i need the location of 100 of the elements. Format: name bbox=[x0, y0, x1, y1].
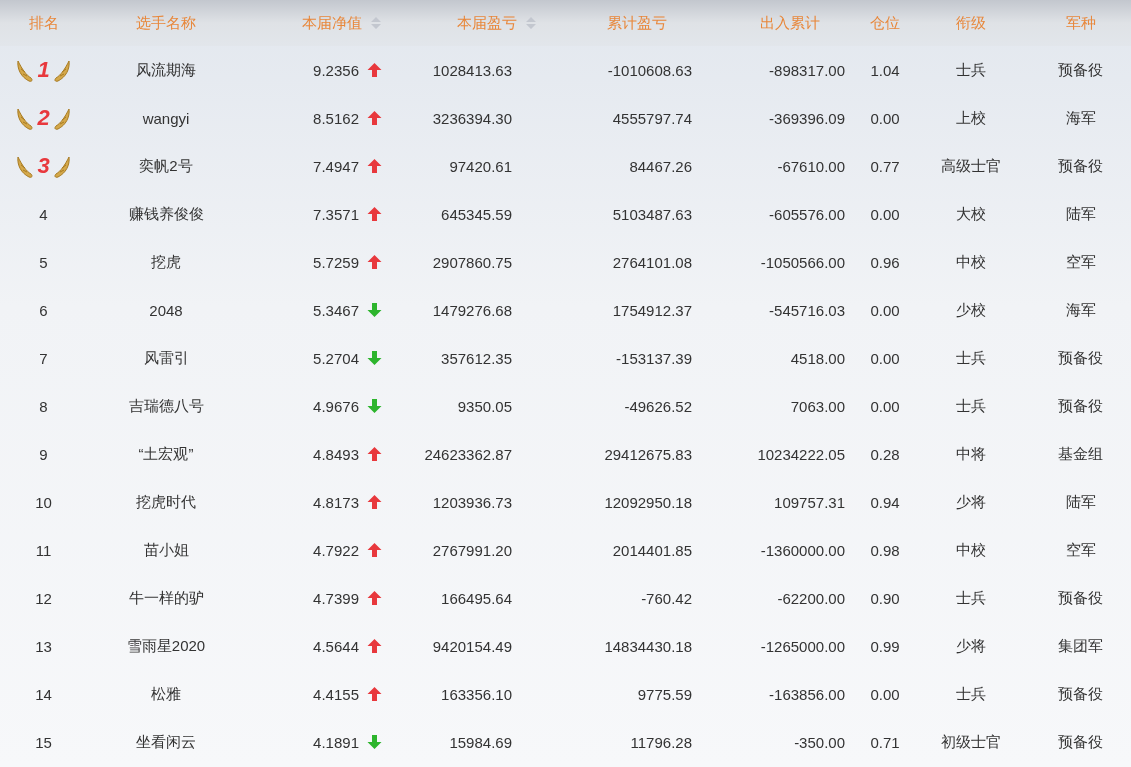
table-cell: 11796.28 bbox=[630, 733, 692, 751]
table-cell: 5.2704 bbox=[313, 349, 359, 367]
column-header: 军种 bbox=[1065, 13, 1096, 33]
table-cell: 1028413.63 bbox=[432, 61, 512, 79]
table-cell: 坐看闲云 bbox=[136, 732, 196, 752]
rank-number: 12 bbox=[35, 589, 52, 607]
table-cell: 0.00 bbox=[870, 109, 900, 127]
column-header: 选手名称 bbox=[136, 13, 196, 33]
column-header: 出入累计 bbox=[760, 13, 820, 33]
table-cell: 大校 bbox=[956, 204, 986, 224]
table-cell: 0.99 bbox=[870, 637, 900, 655]
table-cell: 5.3467 bbox=[313, 301, 359, 319]
table-cell: 4.9676 bbox=[313, 397, 359, 415]
table-cell: 士兵 bbox=[956, 348, 986, 368]
table-cell: -1050566.00 bbox=[760, 253, 845, 271]
table-cell: 士兵 bbox=[956, 588, 986, 608]
rank-number: 4 bbox=[39, 205, 48, 223]
table-cell: 海军 bbox=[1065, 300, 1096, 320]
table-cell: 4.5644 bbox=[313, 637, 359, 655]
table-cell: 4518.00 bbox=[790, 349, 845, 367]
table-cell: 2764101.08 bbox=[612, 253, 692, 271]
table-cell: 10234222.05 bbox=[757, 445, 845, 463]
table-cell: 0.98 bbox=[870, 541, 900, 559]
rank-number: 9 bbox=[39, 445, 48, 463]
table-cell: 7063.00 bbox=[790, 397, 845, 415]
table-cell: 8.5162 bbox=[313, 109, 359, 127]
table-cell: 84467.26 bbox=[629, 157, 692, 175]
table-cell: 士兵 bbox=[956, 396, 986, 416]
table-cell: 集团军 bbox=[1058, 636, 1103, 656]
column-header: 衔级 bbox=[956, 13, 986, 33]
table-cell: 预备役 bbox=[1058, 60, 1103, 80]
table-cell: 0.77 bbox=[870, 157, 900, 175]
table-cell: 2767991.20 bbox=[432, 541, 512, 559]
table-cell: 1754912.37 bbox=[612, 301, 692, 319]
table-cell: 24623362.87 bbox=[424, 445, 512, 463]
column-header[interactable]: 本届盈亏 bbox=[457, 13, 517, 33]
table-cell: 风雷引 bbox=[143, 348, 189, 368]
table-cell: -605576.00 bbox=[769, 205, 845, 223]
table-cell: -1010608.63 bbox=[607, 61, 692, 79]
table-cell: 1.04 bbox=[870, 61, 900, 79]
table-cell: 4.7399 bbox=[313, 589, 359, 607]
table-cell: 14834430.18 bbox=[604, 637, 692, 655]
rank-number: 2 bbox=[37, 105, 50, 131]
table-cell: 5.7259 bbox=[313, 253, 359, 271]
table-cell: 3236394.30 bbox=[432, 109, 512, 127]
sort-icon[interactable] bbox=[370, 15, 382, 31]
table-cell: -62200.00 bbox=[777, 589, 845, 607]
table-cell: 少将 bbox=[956, 636, 986, 656]
column-header: 排名 bbox=[28, 13, 59, 33]
table-cell: 风流期海 bbox=[136, 60, 196, 80]
table-cell: 97420.61 bbox=[449, 157, 512, 175]
column-header[interactable]: 本届净值 bbox=[302, 13, 362, 33]
table-cell: -350.00 bbox=[794, 733, 845, 751]
table-cell: 牛一样的驴 bbox=[128, 588, 204, 608]
table-cell: 12092950.18 bbox=[604, 493, 692, 511]
table-cell: 0.00 bbox=[870, 301, 900, 319]
table-cell: 163356.10 bbox=[441, 685, 512, 703]
rank-number: 6 bbox=[39, 301, 48, 319]
table-cell: 苗小姐 bbox=[143, 540, 189, 560]
table-cell: 挖虎时代 bbox=[136, 492, 196, 512]
table-cell: 赚钱养俊俊 bbox=[128, 204, 204, 224]
table-cell: 0.94 bbox=[870, 493, 900, 511]
table-cell: 0.28 bbox=[870, 445, 900, 463]
table-cell: 预备役 bbox=[1058, 588, 1103, 608]
table-cell: -898317.00 bbox=[769, 61, 845, 79]
table-cell: 645345.59 bbox=[441, 205, 512, 223]
sort-icon[interactable] bbox=[525, 15, 537, 31]
table-cell: 预备役 bbox=[1058, 684, 1103, 704]
table-cell: 上校 bbox=[956, 108, 986, 128]
rank-number: 3 bbox=[37, 153, 50, 179]
table-cell: 4.1891 bbox=[313, 733, 359, 751]
table-cell: 海军 bbox=[1065, 108, 1096, 128]
table-cell: 4.8173 bbox=[313, 493, 359, 511]
table-cell: 4.4155 bbox=[313, 685, 359, 703]
table-cell: 吉瑞德八号 bbox=[128, 396, 204, 416]
table-cell: 空军 bbox=[1065, 252, 1096, 272]
table-cell: 士兵 bbox=[956, 60, 986, 80]
rank-number: 10 bbox=[35, 493, 52, 511]
table-cell: -1265000.00 bbox=[760, 637, 845, 655]
rank-number: 15 bbox=[35, 733, 52, 751]
table-cell: 预备役 bbox=[1058, 732, 1103, 752]
table-cell: 0.00 bbox=[870, 397, 900, 415]
table-cell: 少校 bbox=[956, 300, 986, 320]
table-cell: 陆军 bbox=[1065, 492, 1096, 512]
table-cell: -760.42 bbox=[641, 589, 692, 607]
column-header: 累计盈亏 bbox=[607, 13, 667, 33]
table-cell: 中将 bbox=[956, 444, 986, 464]
rank-number: 14 bbox=[35, 685, 52, 703]
table-cell: 预备役 bbox=[1058, 348, 1103, 368]
table-cell: 1479276.68 bbox=[432, 301, 512, 319]
table-cell: -163856.00 bbox=[769, 685, 845, 703]
rank-number: 13 bbox=[35, 637, 52, 655]
table-cell: -153137.39 bbox=[616, 349, 692, 367]
table-cell: -49626.52 bbox=[624, 397, 692, 415]
table-cell: 9420154.49 bbox=[432, 637, 512, 655]
column-header: 仓位 bbox=[870, 13, 900, 33]
table-cell: -545716.03 bbox=[769, 301, 845, 319]
table-cell: 0.00 bbox=[870, 349, 900, 367]
table-cell: 预备役 bbox=[1058, 396, 1103, 416]
table-cell: 初级士官 bbox=[941, 732, 1001, 752]
